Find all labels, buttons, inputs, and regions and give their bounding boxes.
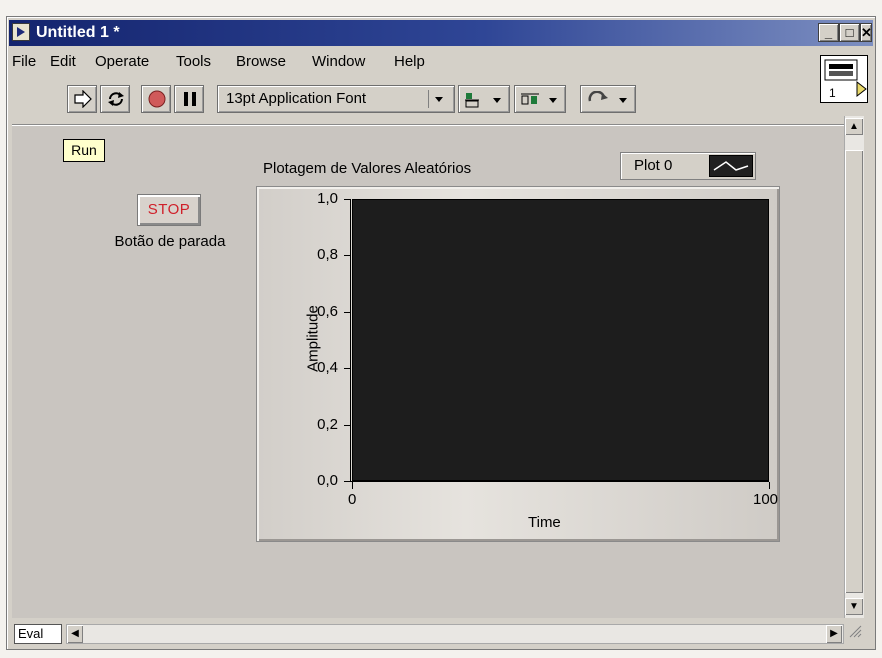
y-axis	[350, 199, 351, 481]
menu-window[interactable]: Window	[312, 52, 365, 72]
y-tick-mark	[344, 255, 351, 257]
y-tick-label: 0,0	[317, 472, 338, 489]
abort-execution-button[interactable]	[141, 85, 171, 113]
svg-text:1: 1	[829, 86, 836, 100]
chevron-down-icon[interactable]	[428, 90, 448, 108]
abort-execution-icon	[148, 90, 166, 113]
y-tick-mark	[344, 368, 351, 370]
stop-button-caption: Botão de parada	[114, 233, 226, 250]
window-title: Untitled 1 *	[36, 24, 120, 41]
vertical-scroll-thumb[interactable]	[845, 150, 863, 593]
y-tick-mark	[344, 199, 351, 200]
horizontal-scrollbar[interactable]	[66, 624, 844, 644]
legend-entry-label: Plot 0	[634, 157, 673, 174]
x-tick-label: 100	[753, 491, 779, 508]
minimize-button[interactable]: _	[818, 23, 839, 42]
x-axis	[351, 481, 769, 482]
legend-line-swatch[interactable]	[709, 155, 753, 177]
plot-area[interactable]	[352, 199, 769, 481]
menu-help[interactable]: Help	[394, 52, 425, 72]
stop-button[interactable]: STOP	[137, 194, 201, 226]
labview-app-icon[interactable]	[12, 23, 30, 41]
y-tick-label: 1,0	[317, 190, 338, 207]
eval-label: Eval	[14, 624, 62, 644]
x-tick-mark	[352, 482, 353, 489]
run-button[interactable]	[67, 85, 97, 113]
menu-browse[interactable]: Browse	[236, 52, 286, 72]
resize-grip-icon[interactable]	[848, 624, 862, 638]
run-continuously-icon	[106, 90, 126, 113]
align-objects-icon	[465, 91, 505, 114]
scroll-left-arrow-icon[interactable]: ◀	[67, 625, 83, 643]
menu-file[interactable]: File	[12, 52, 36, 72]
distribute-objects-icon	[521, 91, 561, 114]
y-tick-label: 0,2	[317, 415, 338, 433]
x-tick-label: 0	[348, 491, 357, 508]
y-tick-mark	[344, 481, 351, 482]
pause-icon	[182, 91, 198, 112]
y-tick-label: 0,8	[317, 246, 338, 264]
menu-edit[interactable]: Edit	[50, 52, 76, 72]
distribute-objects-button[interactable]	[514, 85, 566, 113]
scroll-down-arrow-icon[interactable]: ▼	[845, 598, 863, 615]
run-arrow-icon	[73, 89, 93, 113]
pause-button[interactable]	[174, 85, 204, 113]
y-axis-label: Amplitude	[304, 305, 322, 372]
reorder-button[interactable]	[580, 85, 636, 113]
scroll-up-arrow-icon[interactable]: ▲	[845, 118, 863, 135]
vi-icon-connector-pane[interactable]: 1	[820, 55, 868, 103]
close-button[interactable]: ✕	[860, 23, 872, 42]
menu-operate[interactable]: Operate	[95, 52, 149, 72]
align-objects-button[interactable]	[458, 85, 510, 113]
maximize-button[interactable]: □	[839, 23, 860, 42]
y-tick-mark	[344, 311, 351, 313]
font-ring-value: 13pt Application Font	[226, 90, 367, 107]
x-tick-mark	[769, 482, 770, 489]
reorder-icon	[587, 90, 631, 114]
run-continuously-button[interactable]	[100, 85, 130, 113]
scroll-right-arrow-icon[interactable]: ▶	[826, 625, 842, 643]
x-axis-label: Time	[528, 514, 561, 531]
title-bar[interactable]	[9, 20, 873, 46]
menu-tools[interactable]: Tools	[176, 52, 211, 72]
y-tick-mark	[344, 424, 351, 426]
run-tooltip-label: Run	[63, 139, 105, 162]
chart-title: Plotagem de Valores Aleatórios	[263, 160, 472, 177]
